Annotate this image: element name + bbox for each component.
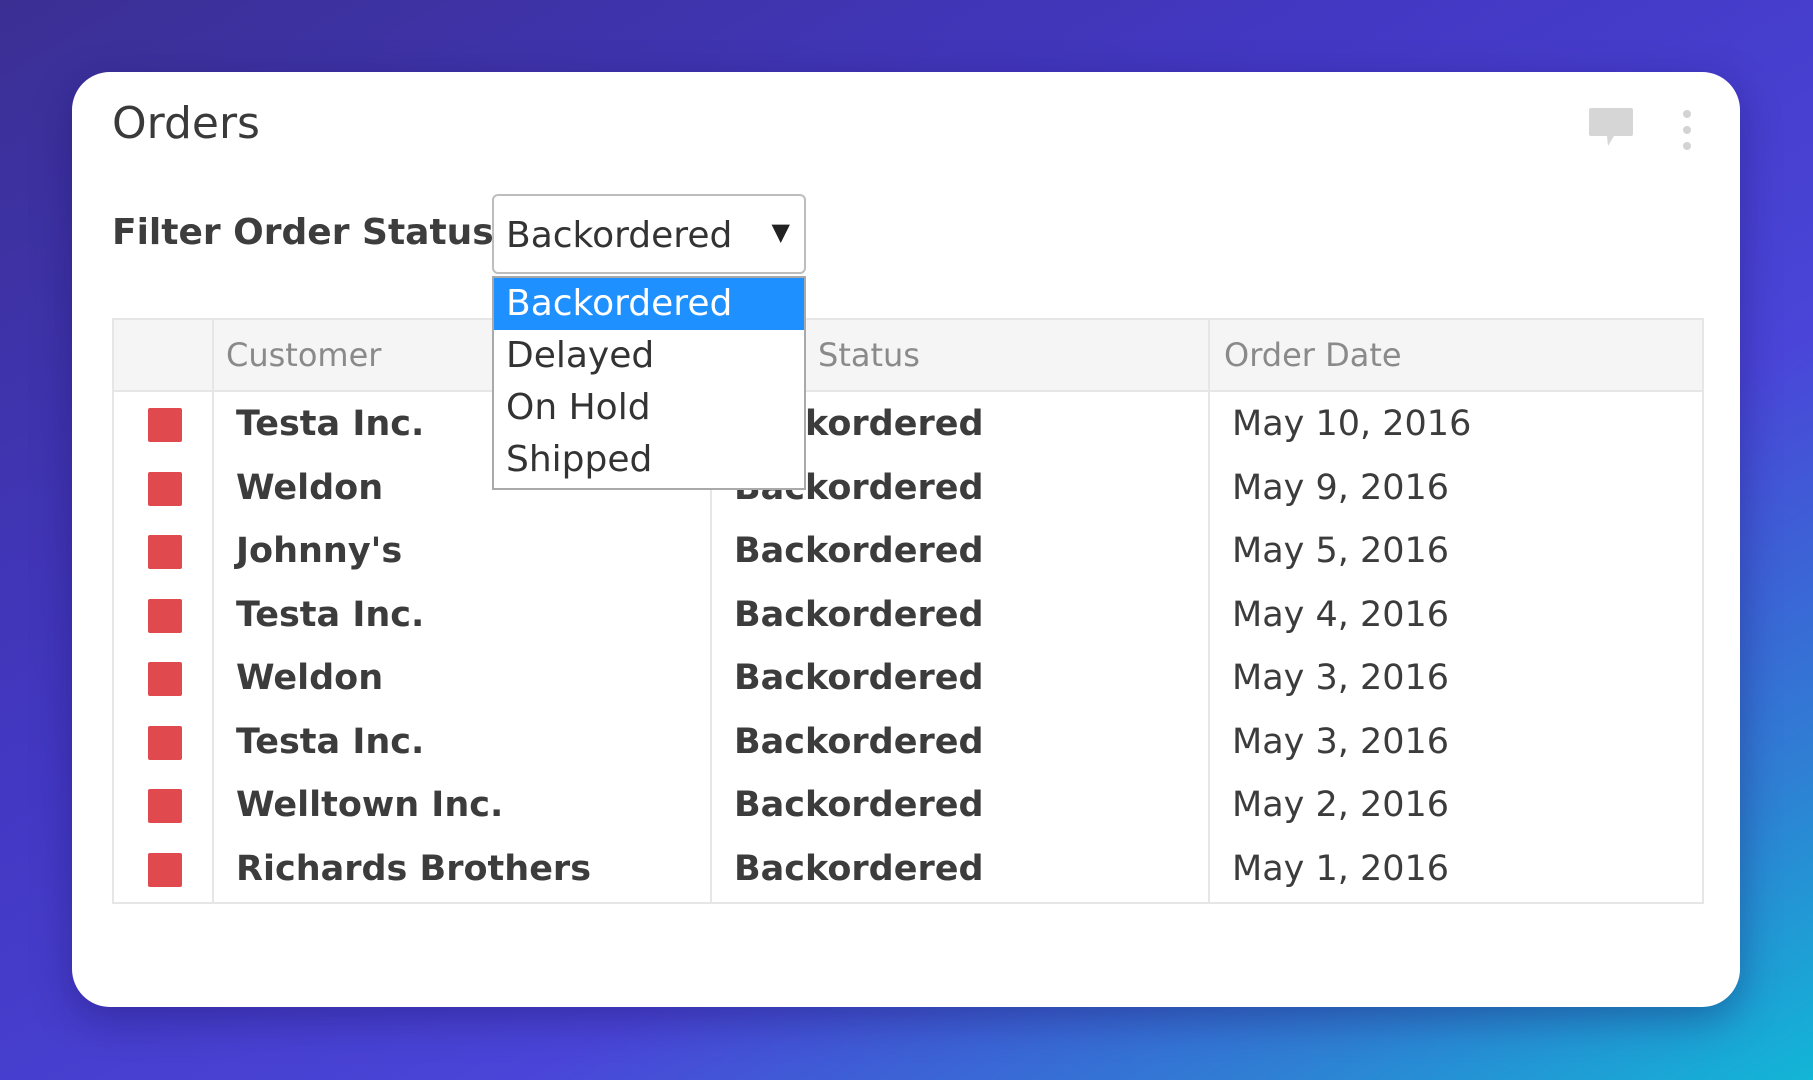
column-header-order-date[interactable]: Order Date (1224, 320, 1402, 390)
cell-customer: Testa Inc. (236, 594, 425, 635)
orders-card: Orders Filter Order Status: Backordered … (72, 72, 1740, 1007)
column-header-customer[interactable]: Customer (226, 320, 381, 390)
cell-status: Backordered (734, 531, 984, 571)
cell-order-date: May 2, 2016 (1232, 785, 1450, 825)
table-row[interactable]: Richards Brothers Backordered May 1, 2016 (114, 839, 1702, 903)
status-indicator (148, 852, 182, 887)
dropdown-option-backordered[interactable]: Backordered (494, 278, 804, 330)
cell-status: Backordered (734, 594, 984, 635)
cell-status: Backordered (734, 785, 984, 825)
cell-order-date: May 9, 2016 (1232, 467, 1450, 508)
table-row[interactable]: Weldon Backordered May 9, 2016 (114, 458, 1702, 522)
orders-table: Customer Status Order Date Testa Inc. Bac… (112, 318, 1704, 904)
cell-order-date: May 3, 2016 (1232, 721, 1450, 762)
table-header: Customer Status Order Date (114, 320, 1702, 392)
table-row[interactable]: Weldon Backordered May 3, 2016 (114, 648, 1702, 712)
status-indicator (148, 725, 182, 760)
cell-order-date: May 1, 2016 (1232, 848, 1450, 889)
cell-order-date: May 5, 2016 (1232, 531, 1450, 571)
table-row[interactable]: Welltown Inc. Backordered May 2, 2016 (114, 775, 1702, 839)
cell-customer: Richards Brothers (236, 848, 592, 889)
cell-order-date: May 3, 2016 (1232, 658, 1450, 698)
order-status-select[interactable]: Backordered ▼ (492, 194, 806, 274)
cell-status: Backordered (734, 658, 984, 698)
cell-customer: Weldon (236, 467, 384, 508)
table-row[interactable]: Testa Inc. Backordered May 4, 2016 (114, 585, 1702, 649)
cell-customer: Weldon (236, 658, 384, 698)
select-value: Backordered (506, 215, 733, 256)
dropdown-option-delayed[interactable]: Delayed (494, 330, 804, 382)
cell-order-date: May 4, 2016 (1232, 594, 1450, 635)
filter-label: Filter Order Status: (112, 212, 509, 253)
cell-order-date: May 10, 2016 (1232, 404, 1472, 444)
cell-customer: Welltown Inc. (236, 785, 504, 825)
order-status-dropdown: Backordered Delayed On Hold Shipped (492, 276, 806, 490)
chevron-down-icon: ▼ (771, 218, 790, 246)
cell-status: Backordered (734, 721, 984, 762)
card-title: Orders (112, 98, 260, 149)
status-indicator (148, 789, 182, 823)
table-row[interactable]: Testa Inc. Backordered May 3, 2016 (114, 712, 1702, 776)
column-header-status[interactable]: Status (818, 320, 920, 390)
cell-status: Backordered (734, 848, 984, 889)
more-vertical-icon[interactable] (1680, 108, 1694, 152)
status-indicator (148, 535, 182, 569)
comment-icon[interactable] (1588, 106, 1634, 150)
status-indicator (148, 598, 182, 633)
cell-customer: Testa Inc. (236, 721, 425, 762)
dropdown-option-on-hold[interactable]: On Hold (494, 382, 804, 434)
status-indicator (148, 662, 182, 696)
table-row[interactable]: Testa Inc. Backordered May 10, 2016 (114, 394, 1702, 458)
table-row[interactable]: Johnny's Backordered May 5, 2016 (114, 521, 1702, 585)
status-indicator (148, 408, 182, 442)
cell-customer: Testa Inc. (236, 404, 425, 444)
status-indicator (148, 471, 182, 506)
cell-customer: Johnny's (236, 531, 403, 571)
dropdown-option-shipped[interactable]: Shipped (494, 434, 804, 486)
